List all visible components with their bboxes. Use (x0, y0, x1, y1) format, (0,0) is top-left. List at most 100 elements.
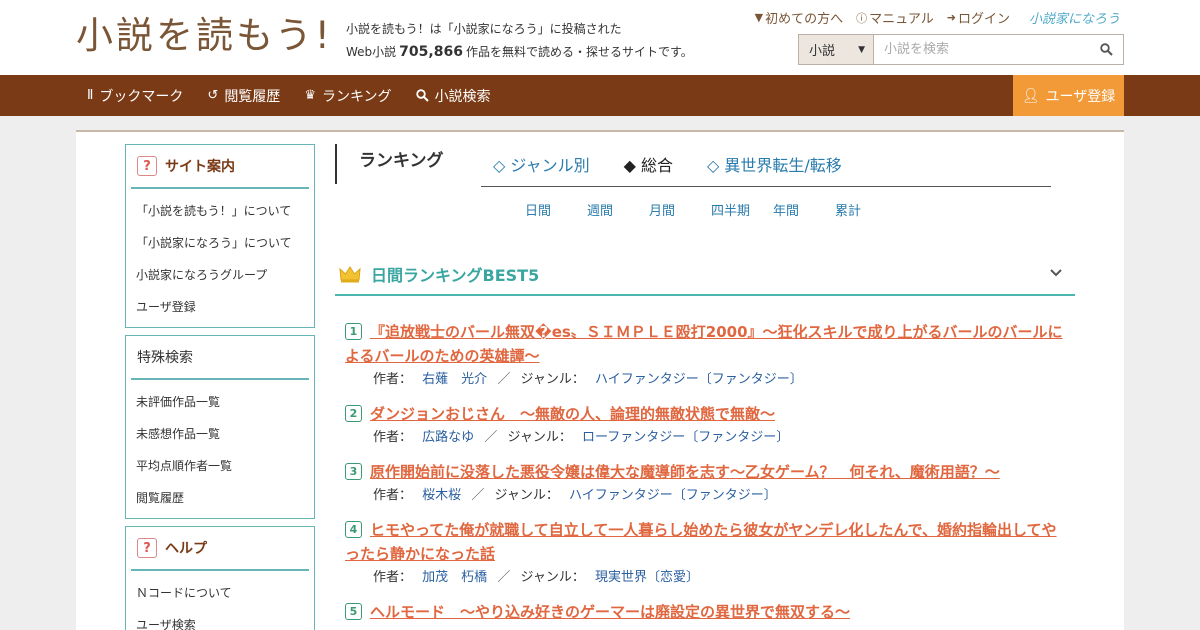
novel-meta: 作者： 桜木桜 ／ ジャンル： ハイファンタジー〔ファンタジー〕 (345, 485, 1070, 506)
top-links: ▼ 初めての方へ ⓘ マニュアル ➜ ログイン 小説家になろう (755, 8, 1120, 27)
period-monthly[interactable]: 月間 (649, 200, 711, 219)
chevron-down-icon: ▼ (858, 44, 865, 55)
sidebar-item-unrated[interactable]: 未評価作品一覧 (136, 386, 304, 418)
meta-separator: ／ (471, 488, 485, 503)
sidebar-help: ? ヘルプ Ｎコードについて ユーザ検索 (125, 526, 315, 630)
tab-overall[interactable]: ◆ 総合 (624, 152, 673, 176)
help-icon: ⓘ (856, 11, 868, 25)
rank-badge: 4 (345, 521, 362, 538)
question-icon: ? (137, 538, 157, 558)
ranking-title: ランキング (335, 144, 444, 184)
bookmark-icon: Ⅱ (87, 88, 94, 103)
genre-link[interactable]: ハイファンタジー〔ファンタジー〕 (569, 488, 777, 503)
period-tabs: 日間 週間 月間 四半期 年間 累計 (525, 200, 897, 219)
nav-history-label: 閲覧履歴 (224, 88, 281, 105)
period-daily[interactable]: 日間 (525, 200, 587, 219)
sidebar-item-history[interactable]: 閲覧履歴 (136, 482, 304, 514)
manual-link[interactable]: ⓘ マニュアル (856, 8, 934, 28)
sidebar-item-no-reviews[interactable]: 未感想作品一覧 (136, 418, 304, 450)
user-icon: 👤︎ (1021, 87, 1040, 104)
period-quarterly[interactable]: 四半期 (711, 200, 773, 219)
ranking-list: 1 『追放戦士のバール無双�es〟ＳＩＭＰＬＥ殴打2000』～狂化スキルで成り上が… (345, 320, 1070, 630)
author-label: 作者： (373, 372, 413, 387)
novel-title-link[interactable]: 『追放戦士のバール無双�es〟ＳＩＭＰＬＥ殴打2000』～狂化スキルで成り上がる… (345, 323, 1063, 365)
rank-badge: 2 (345, 405, 362, 422)
nav-ranking[interactable]: ♛ ランキング (304, 86, 391, 106)
help-heading: ? ヘルプ (131, 527, 309, 571)
site-tagline: 小説を読もう！は「小説家になろう」に投稿された Web小説 705,866 作品を無… (346, 18, 693, 64)
sidebar-item-ncode[interactable]: Ｎコードについて (136, 577, 304, 609)
sidebar-item-about-yomou[interactable]: 「小説を読もう！」について (136, 195, 304, 227)
novel-title-link[interactable]: 原作開始前に没落した悪役令嬢は偉大な魔導師を志す～乙女ゲーム？ 何それ、魔術用語… (370, 463, 1000, 481)
search-input[interactable] (874, 35, 1089, 64)
tab-isekai[interactable]: ◇ 異世界転生/転移 (707, 152, 842, 176)
genre-link[interactable]: ハイファンタジー〔ファンタジー〕 (595, 372, 803, 387)
ranking-tabs: ◇ ジャンル別 ◆ 総合 ◇ 異世界転生/転移 (481, 142, 1051, 187)
novel-meta: 作者： 加茂 朽橋 ／ ジャンル： 現実世界〔恋愛〕 (345, 567, 1070, 588)
nav-search-label: 小説検索 (434, 88, 491, 105)
meta-separator: ／ (484, 430, 498, 445)
nav-history[interactable]: ↺ 閲覧履歴 (207, 86, 280, 106)
site-logo[interactable]: 小説を読もう! (76, 10, 333, 62)
chevron-down-icon[interactable] (1049, 266, 1063, 282)
tab-genre[interactable]: ◇ ジャンル別 (493, 152, 590, 176)
nav-search[interactable]: 小説検索 (415, 86, 491, 106)
author-link[interactable]: 加茂 朽橋 (422, 570, 487, 585)
tagline-line1: 小説を読もう！は「小説家になろう」に投稿された (346, 22, 622, 36)
search-icon (1099, 43, 1113, 56)
manual-link-label: マニュアル (869, 12, 934, 27)
search-type-select[interactable]: 小説 ▼ (799, 35, 874, 64)
search-button[interactable] (1089, 35, 1123, 64)
author-label: 作者： (373, 430, 413, 445)
crown-icon (339, 266, 361, 283)
register-button[interactable]: 👤︎ ユーザ登録 (1013, 75, 1124, 116)
period-weekly[interactable]: 週間 (587, 200, 649, 219)
novel-title-link[interactable]: ヒモやってた俺が就職して自立して一人暮らし始めたら彼女がヤンデレ化したんで、婚約… (345, 521, 1057, 563)
site-guide-title: サイト案内 (165, 159, 235, 175)
best5-title: 日間ランキングBEST5 (371, 266, 540, 285)
beginner-link-label: 初めての方へ (765, 12, 844, 27)
author-label: 作者： (373, 488, 413, 503)
genre-label: ジャンル： (520, 372, 585, 387)
beginner-icon: ▼ (754, 11, 764, 24)
nav-bookmark[interactable]: Ⅱ ブックマーク (87, 86, 183, 106)
special-search-title: 特殊検索 (137, 350, 193, 366)
login-link-label: ログイン (957, 12, 1010, 27)
genre-link[interactable]: 現実世界〔恋愛〕 (595, 570, 699, 585)
author-link[interactable]: 右薙 光介 (422, 372, 487, 387)
narou-logo[interactable]: 小説家になろう (1029, 8, 1120, 27)
author-link[interactable]: 桜木桜 (422, 488, 461, 503)
novel-title-link[interactable]: ダンジョンおじさん ～無敵の人、論理的無敵状態で無敵～ (370, 405, 775, 423)
genre-label: ジャンル： (520, 570, 585, 585)
content-area: ? サイト案内 「小説を読もう！」について 「小説家になろう」について 小説家に… (76, 130, 1124, 630)
sidebar-item-about-narou[interactable]: 「小説家になろう」について (136, 227, 304, 259)
rank-badge: 5 (345, 603, 362, 620)
history-icon: ↺ (207, 88, 219, 103)
list-item: 5 ヘルモード ～やり込み好きのゲーマーは廃設定の異世界で無双する～ (345, 600, 1070, 624)
sidebar-item-user-register[interactable]: ユーザ登録 (136, 291, 304, 323)
genre-label: ジャンル： (507, 430, 572, 445)
meta-separator: ／ (497, 372, 511, 387)
genre-link[interactable]: ローファンタジー〔ファンタジー〕 (582, 430, 789, 445)
sidebar-item-user-search[interactable]: ユーザ検索 (136, 609, 304, 630)
genre-label: ジャンル： (494, 488, 559, 503)
sidebar-item-avg-authors[interactable]: 平均点順作者一覧 (136, 450, 304, 482)
site-guide-heading: ? サイト案内 (131, 145, 309, 189)
special-search-heading: 特殊検索 (131, 336, 309, 380)
beginner-link[interactable]: ▼ 初めての方へ (755, 8, 843, 27)
novel-count: 705,866 (399, 44, 463, 60)
author-link[interactable]: 広路なゆ (422, 430, 474, 445)
novel-meta: 作者： 広路なゆ ／ ジャンル： ローファンタジー〔ファンタジー〕 (345, 427, 1070, 448)
period-yearly[interactable]: 年間 (773, 200, 835, 219)
meta-separator: ／ (497, 570, 511, 585)
login-link[interactable]: ➜ ログイン (947, 8, 1010, 27)
list-item: 2 ダンジョンおじさん ～無敵の人、論理的無敵状態で無敵～ 作者： 広路なゆ ／ … (345, 402, 1070, 448)
best5-header: 日間ランキングBEST5 (335, 254, 1075, 296)
login-icon: ➜ (946, 11, 956, 24)
period-total[interactable]: 累計 (835, 200, 897, 219)
list-item: 4 ヒモやってた俺が就職して自立して一人暮らし始めたら彼女がヤンデレ化したんで、婚… (345, 518, 1070, 588)
rank-badge: 1 (345, 323, 362, 340)
main-nav: Ⅱ ブックマーク ↺ 閲覧履歴 ♛ ランキング 小説検索 👤︎ ユーザ登録 (0, 75, 1200, 116)
sidebar-item-narou-group[interactable]: 小説家になろうグループ (136, 259, 304, 291)
novel-title-link[interactable]: ヘルモード ～やり込み好きのゲーマーは廃設定の異世界で無双する～ (370, 603, 850, 621)
